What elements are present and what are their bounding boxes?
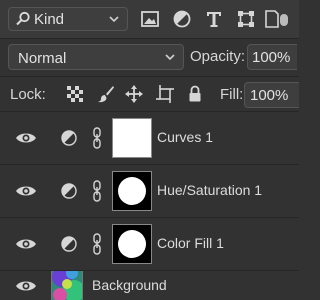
fill-input[interactable]: 100% (244, 82, 299, 108)
shape-filter-icon[interactable] (236, 9, 256, 29)
adjustment-layer-icon (61, 236, 77, 252)
eye-icon[interactable] (15, 235, 37, 253)
link-icon[interactable] (92, 180, 102, 202)
adjustment-layer-icon (61, 183, 77, 199)
layer-mask-thumbnail[interactable] (112, 171, 152, 211)
fill-label: Fill: (220, 86, 244, 103)
type-filter-icon[interactable] (204, 9, 224, 29)
layer-row-hue-saturation[interactable]: Hue/Saturation 1 (0, 165, 299, 217)
divider (0, 38, 299, 39)
adjustment-layer-icon (61, 130, 77, 146)
lock-position-icon[interactable] (124, 84, 144, 104)
link-icon[interactable] (92, 233, 102, 255)
eye-icon[interactable] (15, 129, 37, 147)
layer-row-background[interactable]: Background (0, 271, 299, 300)
layer-row-color-fill[interactable]: Color Fill 1 (0, 218, 299, 270)
lock-all-icon[interactable] (185, 84, 205, 104)
opacity-label: Opacity: (190, 48, 246, 65)
filter-kind-label: Kind (34, 10, 65, 28)
blend-mode-select[interactable]: Normal (8, 44, 184, 70)
layer-mask-thumbnail[interactable] (112, 118, 152, 158)
filter-toggle[interactable] (277, 8, 291, 32)
layer-name[interactable]: Background (92, 277, 167, 293)
divider (0, 76, 299, 77)
layer-name[interactable]: Hue/Saturation 1 (157, 182, 262, 198)
lock-label: Lock: (10, 86, 46, 103)
opacity-input[interactable]: 100% (247, 44, 297, 70)
layer-thumbnail[interactable] (51, 271, 83, 300)
lock-transparent-pixels-icon[interactable] (65, 84, 85, 104)
blend-mode-value: Normal (18, 50, 67, 67)
chevron-down-icon (109, 16, 119, 23)
eye-icon[interactable] (15, 182, 37, 200)
layer-name[interactable]: Color Fill 1 (157, 235, 224, 251)
filter-kind-select[interactable]: Kind (8, 7, 128, 31)
layer-row-curves[interactable]: Curves 1 (0, 112, 299, 164)
chevron-down-icon (165, 54, 175, 61)
adjustment-filter-icon[interactable] (172, 9, 192, 29)
link-icon[interactable] (92, 127, 102, 149)
lock-image-pixels-icon[interactable] (96, 84, 116, 104)
layer-mask-thumbnail[interactable] (112, 224, 152, 264)
search-icon (16, 11, 30, 26)
layer-name[interactable]: Curves 1 (157, 129, 213, 145)
eye-icon[interactable] (15, 277, 37, 295)
lock-artboard-icon[interactable] (155, 84, 175, 104)
image-filter-icon[interactable] (140, 9, 160, 29)
